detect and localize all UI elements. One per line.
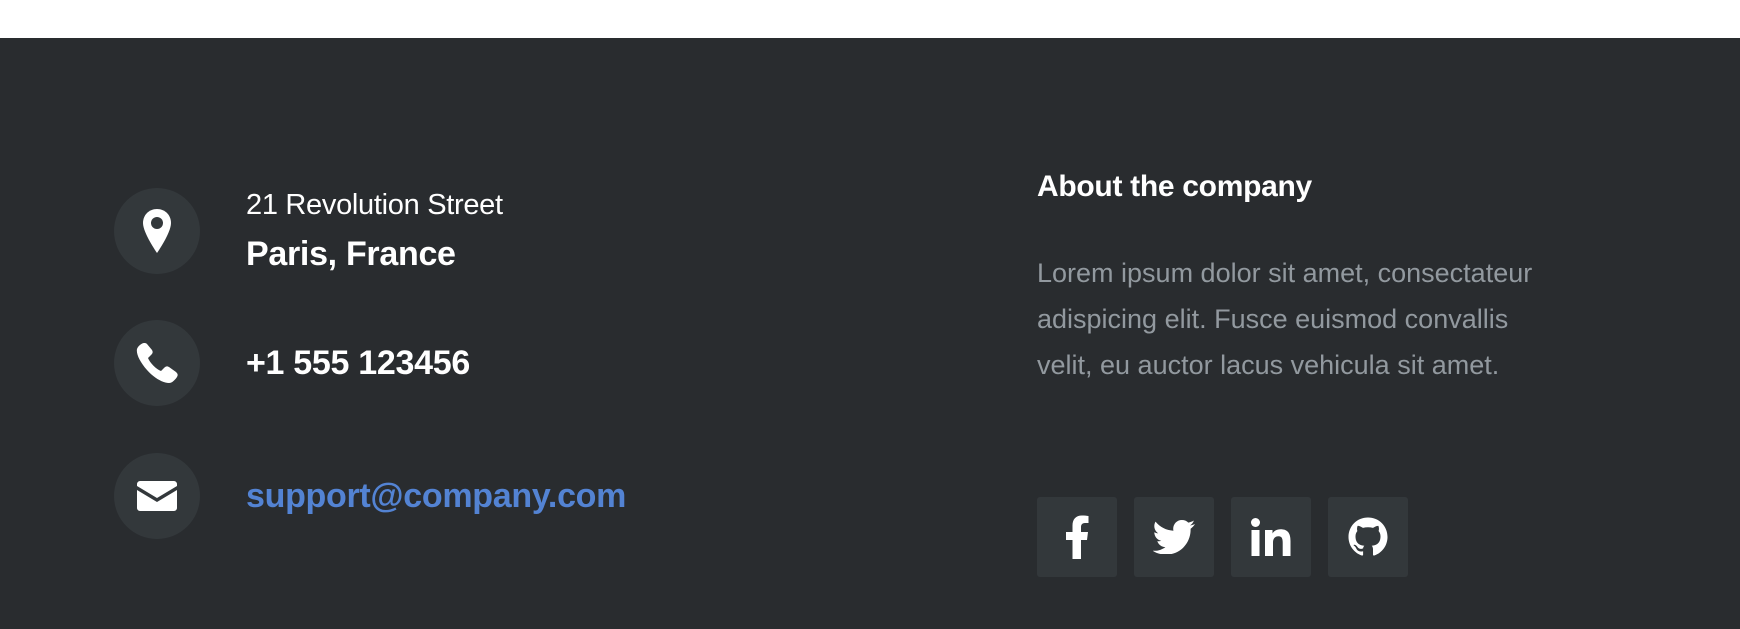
map-marker-icon bbox=[114, 188, 200, 274]
address-street: 21 Revolution Street bbox=[246, 189, 503, 221]
address-city: Paris, France bbox=[246, 235, 456, 273]
email-block: support@company.com bbox=[246, 477, 626, 516]
github-icon bbox=[1348, 517, 1388, 556]
contact-email: support@company.com bbox=[114, 453, 626, 539]
linkedin-icon bbox=[1251, 518, 1291, 556]
footer: 21 Revolution Street Paris, France +1 55… bbox=[0, 38, 1740, 629]
phone-icon bbox=[114, 320, 200, 406]
twitter-button[interactable] bbox=[1134, 497, 1214, 577]
github-button[interactable] bbox=[1328, 497, 1408, 577]
contact-phone: +1 555 123456 bbox=[114, 320, 470, 406]
facebook-button[interactable] bbox=[1037, 497, 1117, 577]
linkedin-button[interactable] bbox=[1231, 497, 1311, 577]
email-link[interactable]: support@company.com bbox=[246, 477, 626, 515]
phone-block: +1 555 123456 bbox=[246, 344, 470, 383]
about-section: About the company Lorem ipsum dolor sit … bbox=[1037, 168, 1577, 388]
contact-address: 21 Revolution Street Paris, France bbox=[114, 187, 503, 275]
facebook-icon bbox=[1066, 515, 1089, 559]
about-title: About the company bbox=[1037, 170, 1312, 203]
top-strip bbox=[0, 0, 1740, 38]
envelope-icon bbox=[114, 453, 200, 539]
phone-number: +1 555 123456 bbox=[246, 343, 470, 382]
about-text: Lorem ipsum dolor sit amet, consectateur… bbox=[1037, 258, 1533, 380]
social-links bbox=[1037, 497, 1425, 577]
twitter-icon bbox=[1153, 520, 1195, 554]
address-block: 21 Revolution Street Paris, France bbox=[246, 187, 503, 275]
